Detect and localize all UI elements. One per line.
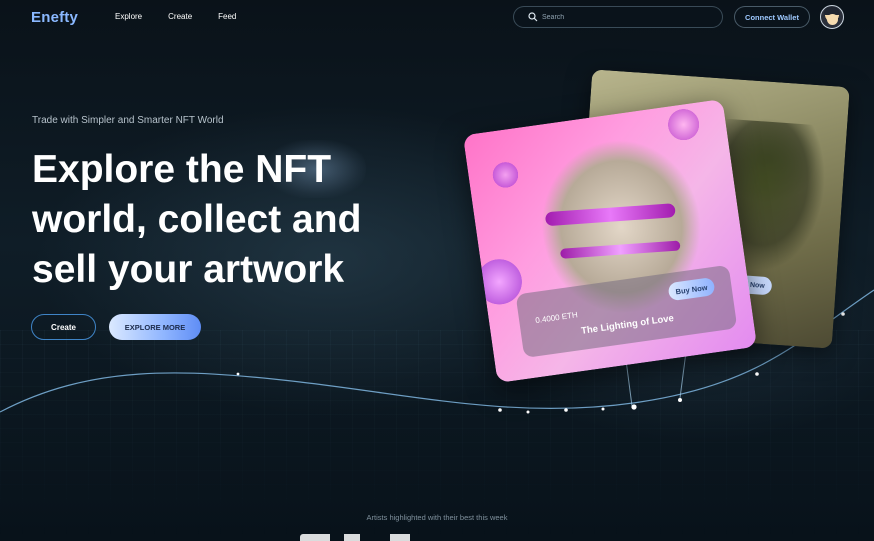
- card-price: 0.4000 ETH: [534, 310, 579, 326]
- buy-now-button[interactable]: Buy Now: [667, 277, 716, 302]
- card-title: The Lighting of Love: [580, 312, 675, 337]
- artists-caption: Artists highlighted with their best this…: [366, 513, 508, 522]
- avatar[interactable]: [820, 5, 844, 29]
- nav-links: Explore Create Feed: [115, 12, 262, 21]
- connect-wallet-button[interactable]: Connect Wallet: [734, 6, 810, 28]
- avatar-face: [827, 14, 838, 25]
- bust-ribbon-lower: [560, 240, 681, 259]
- nft-card-front[interactable]: Buy Now 0.4000 ETH The Lighting of Love: [462, 98, 758, 384]
- headline-line-1: Explore the NFT: [32, 148, 332, 191]
- search-bar[interactable]: [513, 6, 723, 28]
- search-icon: [528, 12, 538, 22]
- nav-link-explore[interactable]: Explore: [115, 12, 142, 21]
- nav-link-feed[interactable]: Feed: [218, 12, 236, 21]
- nav-link-create[interactable]: Create: [168, 12, 192, 21]
- card-info-panel: Buy Now 0.4000 ETH The Lighting of Love: [515, 264, 738, 359]
- headline-line-2: world, collect and: [32, 198, 362, 241]
- logo[interactable]: Enefty: [31, 9, 78, 26]
- page: Enefty Explore Create Feed Connect Walle…: [0, 0, 874, 541]
- hero-tagline: Trade with Simpler and Smarter NFT World: [32, 115, 224, 126]
- section-heading-peek: [300, 534, 440, 541]
- top-nav: Enefty Explore Create Feed Connect Walle…: [0, 0, 874, 36]
- search-input[interactable]: [542, 13, 712, 21]
- bust-ribbon: [545, 203, 676, 227]
